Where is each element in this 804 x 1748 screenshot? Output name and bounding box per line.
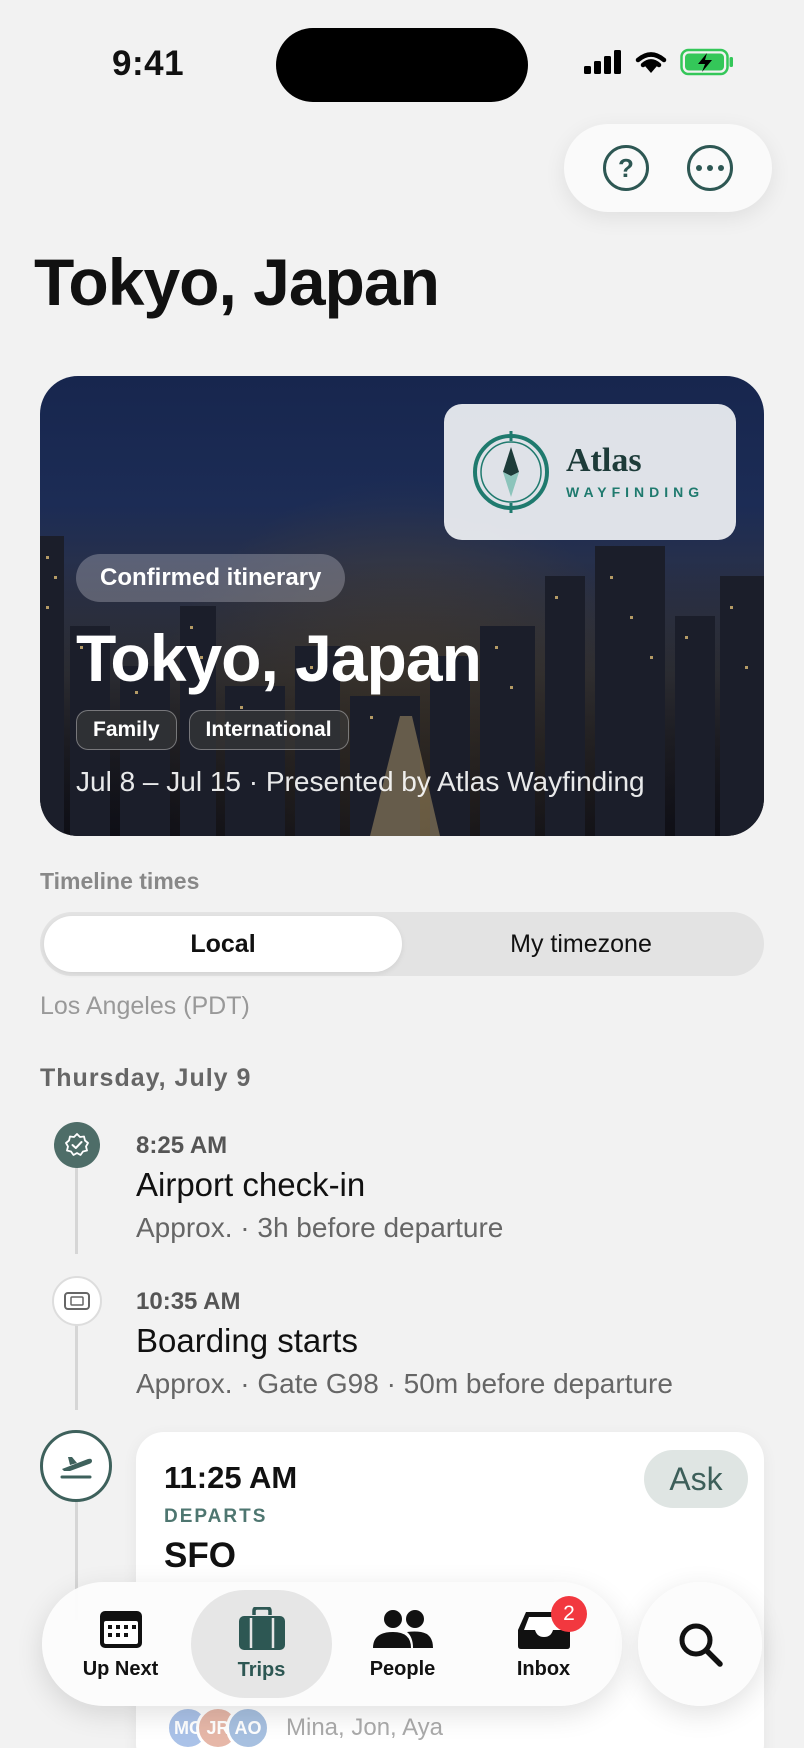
compass-icon bbox=[473, 431, 549, 513]
ellipsis-icon bbox=[696, 165, 724, 171]
hero-subtitle: Jul 8 – Jul 15 · Presented by Atlas Wayf… bbox=[76, 766, 645, 797]
tag-international: International bbox=[188, 710, 349, 750]
confirmed-badge: Confirmed itinerary bbox=[76, 554, 346, 602]
inbox-badge: 2 bbox=[551, 1596, 587, 1632]
search-icon bbox=[679, 1623, 723, 1667]
tab-label: Trips bbox=[237, 1658, 286, 1681]
event-title[interactable]: Boarding starts bbox=[136, 1322, 358, 1360]
status-time: 9:41 bbox=[112, 44, 185, 83]
trip-screen: 9:41 ? Tokyo, Japan Atlas WAYFINDING Con… bbox=[0, 0, 804, 1748]
search-button[interactable] bbox=[638, 1582, 762, 1706]
calendar-icon bbox=[99, 1610, 142, 1648]
timeline-connector bbox=[75, 1322, 78, 1410]
suitcase-icon bbox=[238, 1606, 285, 1650]
plane-departure-icon bbox=[40, 1430, 112, 1502]
ask-button[interactable]: Ask bbox=[644, 1450, 748, 1508]
tab-inbox[interactable]: Inbox 2 bbox=[473, 1590, 614, 1698]
people-icon bbox=[372, 1609, 433, 1648]
cellular-signal-icon bbox=[584, 50, 621, 74]
tab-people[interactable]: People bbox=[332, 1590, 473, 1698]
timezone-segmented-control: Local My timezone bbox=[40, 912, 764, 976]
event-subtitle: Approx. · 3h before departure bbox=[136, 1212, 504, 1243]
wifi-icon bbox=[635, 52, 667, 73]
event-title[interactable]: Airport check-in bbox=[136, 1166, 365, 1204]
atlas-logo: Atlas WAYFINDING bbox=[444, 404, 736, 540]
status-icons bbox=[584, 48, 734, 76]
event-subtitle: Approx. · Gate G98 · 50m before departur… bbox=[136, 1368, 673, 1399]
segment-local[interactable]: Local bbox=[44, 916, 402, 972]
segment-my-timezone[interactable]: My timezone bbox=[402, 916, 760, 972]
trip-tags: Family International bbox=[76, 710, 349, 750]
tab-label: People bbox=[369, 1657, 436, 1680]
brand-name: Atlas bbox=[566, 442, 642, 479]
timezone-note: Los Angeles (PDT) bbox=[40, 992, 250, 1020]
tag-family: Family bbox=[76, 710, 177, 750]
question-icon: ? bbox=[618, 152, 634, 183]
flight-time: 11:25 AM bbox=[164, 1460, 298, 1495]
event-time: 8:25 AM bbox=[136, 1132, 228, 1159]
check-badge-icon bbox=[54, 1122, 100, 1168]
battery-charging-icon bbox=[680, 48, 733, 76]
avatar: AO bbox=[226, 1706, 270, 1748]
page-title: Tokyo, Japan bbox=[34, 245, 440, 319]
help-button[interactable]: ? bbox=[603, 145, 649, 191]
more-button[interactable] bbox=[687, 145, 733, 191]
day-label: Thursday, July 9 bbox=[40, 1064, 252, 1092]
event-time: 10:35 AM bbox=[136, 1288, 241, 1315]
tab-bar: Up Next Trips People Inbox 2 bbox=[42, 1582, 622, 1706]
trip-hero-card[interactable]: Atlas WAYFINDING Confirmed itinerary Tok… bbox=[40, 376, 764, 836]
timeline-connector bbox=[75, 1166, 78, 1254]
flight-departs-label: DEPARTS bbox=[164, 1506, 268, 1527]
timeline-times-label: Timeline times bbox=[40, 868, 200, 894]
tab-up-next[interactable]: Up Next bbox=[50, 1590, 191, 1698]
tab-trips[interactable]: Trips bbox=[191, 1590, 332, 1698]
tab-label: Inbox bbox=[516, 1657, 571, 1680]
traveler-names: Mina, Jon, Aya bbox=[286, 1714, 443, 1741]
ticket-icon bbox=[52, 1276, 102, 1326]
dynamic-island bbox=[276, 28, 528, 102]
hero-title: Tokyo, Japan bbox=[76, 621, 482, 695]
airport-code: SFO bbox=[164, 1536, 236, 1575]
tab-label: Up Next bbox=[82, 1657, 159, 1680]
traveler-avatars[interactable]: MC JR AO Mina, Jon, Aya bbox=[166, 1706, 443, 1748]
top-actions: ? bbox=[564, 124, 772, 212]
brand-tagline: WAYFINDING bbox=[566, 484, 705, 500]
